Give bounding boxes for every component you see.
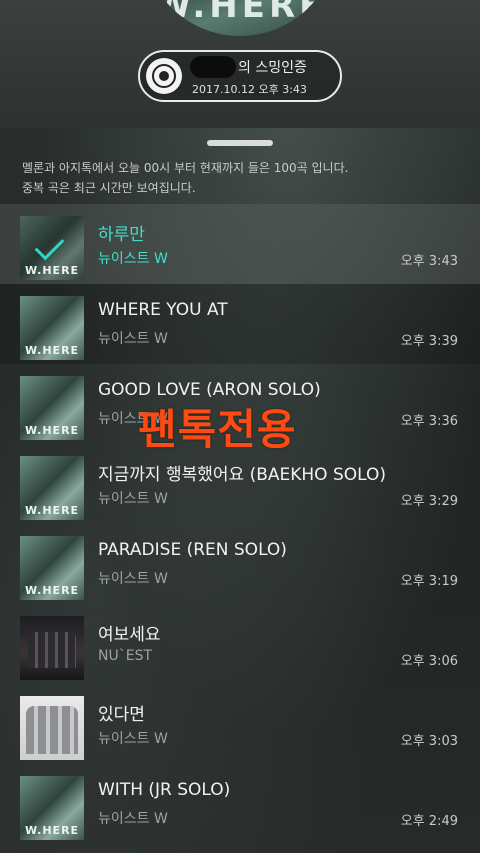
album-thumbnail: [20, 216, 84, 280]
header-area: W.HERE 의 스밍인증 2017.10.12 오후 3:43: [0, 0, 480, 128]
song-artist: 뉴이스트 W: [98, 731, 168, 747]
album-art-text: W.HERE: [153, 0, 327, 26]
album-thumbnail: [20, 376, 84, 440]
notice-line-2: 중복 곡은 최근 시간만 보여집니다.: [22, 181, 196, 195]
album-thumbnail: [20, 696, 84, 760]
song-artist: 뉴이스트 W: [98, 491, 168, 507]
song-row[interactable]: PARADISE (REN SOLO) 뉴이스트 W 오후 3:19: [0, 524, 480, 604]
redacted-username: [190, 56, 236, 78]
record-icon: [146, 58, 182, 94]
streaming-cert-badge: 의 스밍인증 2017.10.12 오후 3:43: [138, 50, 342, 102]
badge-datetime: 2017.10.12 오후 3:43: [192, 83, 307, 96]
play-time: 오후 3:19: [400, 574, 458, 589]
album-thumbnail: [20, 776, 84, 840]
song-title: 있다면: [98, 705, 145, 725]
drag-handle[interactable]: [207, 140, 273, 146]
song-row[interactable]: WHERE YOU AT 뉴이스트 W 오후 3:39: [0, 284, 480, 364]
album-thumbnail: [20, 296, 84, 360]
play-time: 오후 3:36: [400, 414, 458, 429]
song-artist: 뉴이스트 W: [98, 571, 168, 587]
song-artist: 뉴이스트 W: [98, 811, 168, 827]
play-time: 오후 3:43: [400, 254, 458, 269]
play-time: 오후 3:39: [400, 334, 458, 349]
notice-line-1: 멜론과 아지톡에서 오늘 00시 부터 현재까지 들은 100곡 입니다.: [22, 161, 349, 175]
song-row[interactable]: 여보세요 NU`EST 오후 3:06: [0, 604, 480, 684]
checkmark-icon: [20, 216, 84, 280]
play-time: 오후 3:29: [400, 494, 458, 509]
song-title: WHERE YOU AT: [98, 300, 228, 320]
album-thumbnail: [20, 536, 84, 600]
song-artist: 뉴이스트 W: [98, 251, 168, 267]
play-time: 오후 3:06: [400, 654, 458, 669]
song-row[interactable]: 하루만 뉴이스트 W 오후 3:43: [0, 204, 480, 284]
song-title: PARADISE (REN SOLO): [98, 540, 287, 560]
play-time: 오후 2:49: [400, 814, 458, 829]
song-title: 하루만: [98, 225, 145, 245]
album-thumbnail: [20, 456, 84, 520]
song-artist: 뉴이스트 W: [98, 331, 168, 347]
badge-title: 의 스밍인증: [238, 60, 307, 76]
song-title: WITH (JR SOLO): [98, 780, 231, 800]
album-thumbnail: [20, 616, 84, 680]
watermark-text: 팬톡전용: [138, 405, 297, 454]
song-artist: NU`EST: [98, 648, 153, 664]
play-time: 오후 3:03: [400, 734, 458, 749]
album-art-header: W.HERE: [143, 0, 337, 36]
song-row[interactable]: 있다면 뉴이스트 W 오후 3:03: [0, 684, 480, 764]
song-title: 지금까지 행복했어요 (BAEKHO SOLO): [98, 465, 386, 485]
notice-text: 멜론과 아지톡에서 오늘 00시 부터 현재까지 들은 100곡 입니다. 중복…: [22, 158, 462, 198]
song-title: 여보세요: [98, 625, 161, 645]
song-row[interactable]: WITH (JR SOLO) 뉴이스트 W 오후 2:49: [0, 764, 480, 844]
